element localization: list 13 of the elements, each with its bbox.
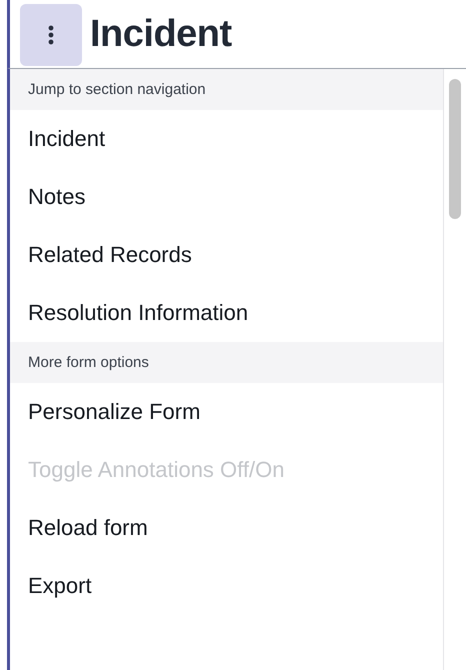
menu-item[interactable]: Notes bbox=[10, 168, 443, 226]
section-heading: More form options bbox=[10, 342, 443, 383]
section-heading: Jump to section navigation bbox=[10, 69, 443, 110]
form-title: Incident bbox=[90, 12, 232, 56]
vertical-dots-icon bbox=[48, 25, 54, 45]
menu-item[interactable]: Related Records bbox=[10, 226, 443, 284]
menu-item[interactable]: Reload form bbox=[10, 499, 443, 557]
scrollbar-thumb[interactable] bbox=[449, 79, 461, 219]
menu-item[interactable]: Incident bbox=[10, 110, 443, 168]
more-options-button[interactable] bbox=[20, 4, 82, 66]
menu-item[interactable]: Export bbox=[10, 557, 443, 615]
menu-item[interactable]: Personalize Form bbox=[10, 383, 443, 441]
menu-item[interactable]: Resolution Information bbox=[10, 284, 443, 342]
